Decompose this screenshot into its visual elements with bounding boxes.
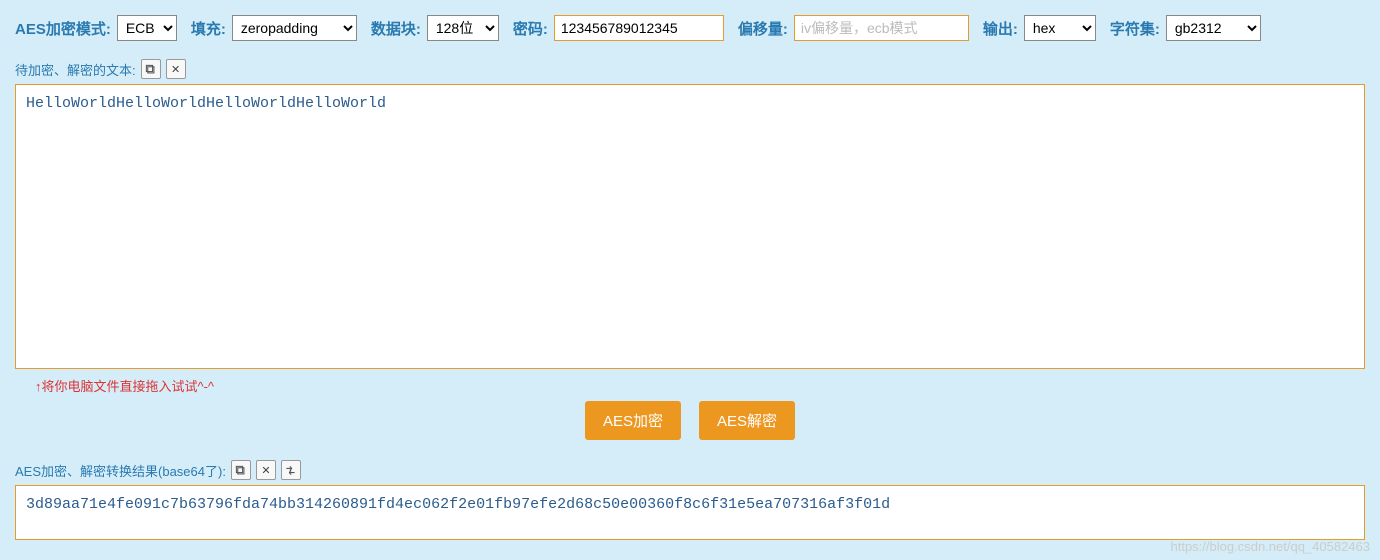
block-label: 数据块:: [371, 18, 421, 39]
output-textarea[interactable]: [15, 485, 1365, 540]
input-section-label: 待加密、解密的文本:: [15, 60, 136, 79]
close-icon[interactable]: ✕: [256, 460, 276, 480]
encrypt-button[interactable]: AES加密: [585, 401, 681, 440]
password-label: 密码:: [513, 18, 548, 39]
output-label: 输出:: [983, 18, 1018, 39]
copy-icon[interactable]: [141, 59, 161, 79]
watermark-text: https://blog.csdn.net/qq_40582463: [1171, 539, 1371, 554]
swap-icon[interactable]: [281, 460, 301, 480]
copy-icon[interactable]: [231, 460, 251, 480]
padding-select[interactable]: zeropadding: [232, 15, 357, 41]
mode-select[interactable]: ECB: [117, 15, 177, 41]
iv-input[interactable]: [794, 15, 969, 41]
padding-label: 填充:: [191, 18, 226, 39]
charset-select[interactable]: gb2312: [1166, 15, 1261, 41]
decrypt-button[interactable]: AES解密: [699, 401, 795, 440]
output-section-label: AES加密、解密转换结果(base64了):: [15, 461, 226, 480]
mode-label: AES加密模式:: [15, 18, 111, 39]
charset-label: 字符集:: [1110, 18, 1160, 39]
action-buttons: AES加密 AES解密: [15, 401, 1365, 440]
drag-hint: ↑将你电脑文件直接拖入试试^-^: [35, 376, 1365, 395]
output-select[interactable]: hex: [1024, 15, 1096, 41]
input-section-header: 待加密、解密的文本: ✕: [15, 59, 1365, 79]
block-select[interactable]: 128位: [427, 15, 499, 41]
output-section-header: AES加密、解密转换结果(base64了): ✕: [15, 460, 1365, 480]
parameter-toolbar: AES加密模式: ECB 填充: zeropadding 数据块: 128位 密…: [15, 15, 1365, 41]
input-textarea[interactable]: [15, 84, 1365, 369]
iv-label: 偏移量:: [738, 18, 788, 39]
close-icon[interactable]: ✕: [166, 59, 186, 79]
password-input[interactable]: [554, 15, 724, 41]
